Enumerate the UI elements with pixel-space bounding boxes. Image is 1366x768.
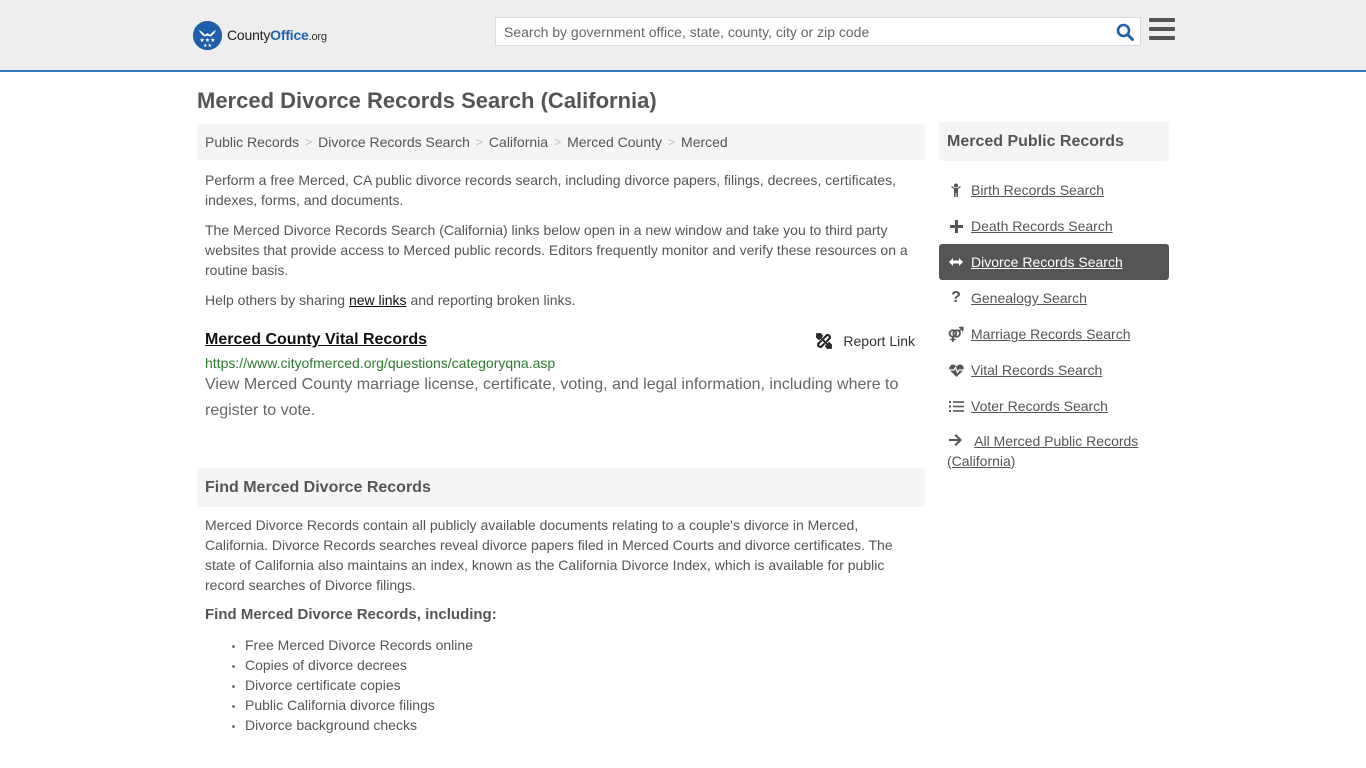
logo-wordmark: CountyOffice.org	[227, 27, 327, 43]
logo-org: .org	[308, 31, 327, 43]
share-text-after: and reporting broken links.	[406, 292, 576, 308]
sidebar-link[interactable]: All Merced Public Records (California)	[947, 433, 1138, 469]
sidebar-heading: Merced Public Records	[939, 122, 1169, 161]
sidebar-link[interactable]: Death Records Search	[971, 218, 1113, 234]
sidebar-link[interactable]: Vital Records Search	[971, 362, 1102, 378]
breadcrumb-merced[interactable]: Merced	[681, 134, 728, 150]
question-icon: ?	[951, 289, 961, 306]
list-item: Divorce certificate copies	[245, 675, 473, 695]
breadcrumb-merced-county[interactable]: Merced County	[567, 134, 662, 150]
listing-item: Merced County Vital Records Report Link …	[197, 328, 925, 424]
arrow-right-icon	[947, 434, 965, 446]
cross-icon	[947, 219, 965, 233]
logo-county: County	[227, 27, 271, 43]
svg-text:★★: ★★	[203, 43, 212, 49]
sidebar-link[interactable]: Birth Records Search	[971, 182, 1104, 198]
sidebar-item-all-public-records[interactable]: All Merced Public Records (California)	[939, 424, 1169, 471]
listing-description: View Merced County marriage license, cer…	[205, 376, 899, 419]
sidebar-item-marriage-records[interactable]: ⚤ Marriage Records Search	[939, 316, 1169, 352]
child-icon	[947, 183, 965, 198]
breadcrumb-public-records[interactable]: Public Records	[205, 134, 299, 150]
disclaimer-paragraph: The Merced Divorce Records Search (Calif…	[205, 222, 908, 278]
breadcrumb-separator: >	[554, 135, 562, 149]
sidebar-link[interactable]: Divorce Records Search	[971, 254, 1123, 270]
search-input[interactable]	[496, 18, 1110, 45]
sidebar-item-vital-records[interactable]: Vital Records Search	[939, 352, 1169, 388]
intro-paragraph: Perform a free Merced, CA public divorce…	[205, 172, 896, 208]
breadcrumb: Public Records > Divorce Records Search …	[197, 124, 925, 160]
sidebar-list: Birth Records Search Death Records Searc…	[939, 172, 1169, 471]
list-item: Copies of divorce decrees	[245, 655, 473, 675]
menu-bar	[1149, 18, 1175, 22]
search-button[interactable]	[1110, 18, 1140, 45]
report-link-label: Report Link	[843, 333, 915, 349]
eagle-stars-icon: ★★★ ★★	[193, 20, 222, 50]
sidebar-link[interactable]: Genealogy Search	[971, 290, 1087, 306]
find-records-list: Free Merced Divorce Records online Copie…	[245, 635, 473, 735]
heartbeat-icon	[947, 363, 965, 377]
list-item: Free Merced Divorce Records online	[245, 635, 473, 655]
logo-office: Office	[270, 27, 309, 43]
menu-bar	[1149, 27, 1175, 31]
breadcrumb-divorce-records-search[interactable]: Divorce Records Search	[318, 134, 470, 150]
share-text-before: Help others by sharing	[205, 292, 349, 308]
breadcrumb-california[interactable]: California	[489, 134, 548, 150]
sidebar-item-divorce-records[interactable]: Divorce Records Search	[939, 244, 1169, 280]
broken-link-icon	[816, 332, 833, 350]
sidebar-item-birth-records[interactable]: Birth Records Search	[939, 172, 1169, 208]
hamburger-menu-button[interactable]	[1149, 18, 1175, 42]
breadcrumb-separator: >	[475, 135, 483, 149]
sidebar-item-death-records[interactable]: Death Records Search	[939, 208, 1169, 244]
share-links-paragraph: Help others by sharing new links and rep…	[197, 290, 583, 310]
venus-mars-icon: ⚤	[947, 325, 965, 342]
find-records-subheading: Find Merced Divorce Records, including:	[205, 606, 497, 623]
breadcrumb-separator: >	[668, 135, 676, 149]
find-records-paragraph: Merced Divorce Records contain all publi…	[205, 517, 893, 593]
list-ol-icon	[947, 400, 965, 413]
listing-url: https://www.cityofmerced.org/questions/c…	[205, 355, 556, 371]
sidebar-link[interactable]: Voter Records Search	[971, 398, 1108, 414]
search-icon	[1116, 23, 1134, 41]
new-links-link[interactable]: new links	[349, 292, 407, 308]
page-title: Merced Divorce Records Search (Californi…	[197, 88, 657, 113]
report-link-button[interactable]: Report Link	[815, 332, 915, 350]
sidebar-link[interactable]: Marriage Records Search	[971, 326, 1131, 342]
site-header: ★★★ ★★ CountyOffice.org	[0, 0, 1366, 72]
sidebar: Merced Public Records Birth Records Sear…	[939, 122, 1169, 471]
find-records-heading: Find Merced Divorce Records	[197, 468, 925, 507]
search-box	[495, 17, 1141, 46]
menu-bar	[1149, 36, 1175, 40]
listing-title-link[interactable]: Merced County Vital Records	[205, 328, 427, 352]
list-item: Public California divorce filings	[245, 695, 473, 715]
sidebar-item-voter-records[interactable]: Voter Records Search	[939, 388, 1169, 424]
arrows-horizontal-icon	[947, 257, 965, 267]
sidebar-item-genealogy[interactable]: ? Genealogy Search	[939, 280, 1169, 316]
list-item: Divorce background checks	[245, 715, 473, 735]
breadcrumb-separator: >	[305, 135, 313, 149]
site-logo[interactable]: ★★★ ★★ CountyOffice.org	[193, 19, 327, 51]
